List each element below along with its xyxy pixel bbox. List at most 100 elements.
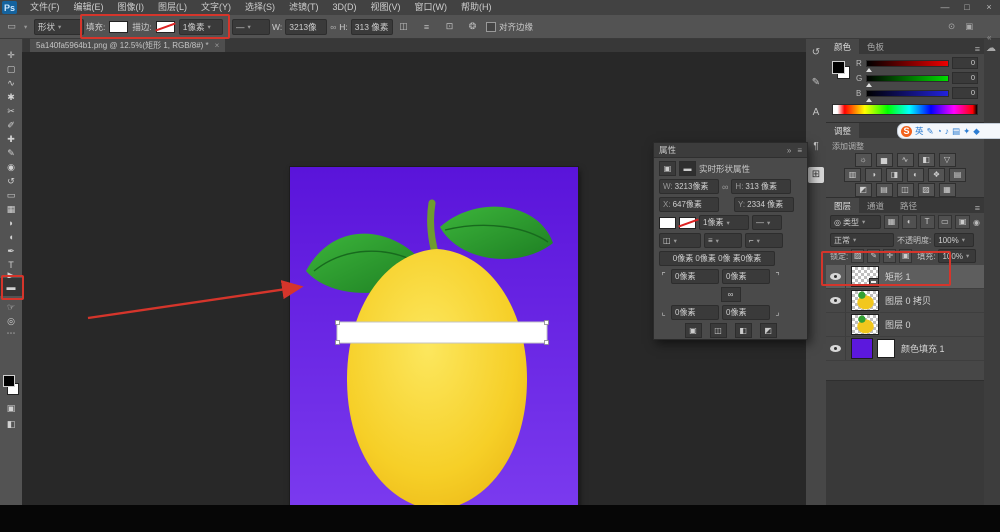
stroke-width-dropdown[interactable]: 1像素 ▾	[179, 19, 223, 35]
pathfinder-combine-icon[interactable]: ▣	[685, 323, 702, 338]
handwriting-icon[interactable]: ✎	[927, 125, 934, 137]
tab-swatches[interactable]: 色板	[859, 39, 892, 54]
lock-transparent-icon[interactable]: ▨	[851, 249, 864, 263]
filter-adjustment-layers-icon[interactable]: ◐	[902, 215, 917, 229]
skin-icon[interactable]: ◆	[973, 125, 980, 137]
shape-height-field[interactable]: H: 313 像素	[731, 179, 791, 194]
dodge-tool[interactable]: ◖	[0, 230, 22, 244]
radius-bottom-right-field[interactable]: 0像素	[722, 305, 770, 320]
pen-tool[interactable]: ✒	[0, 244, 22, 258]
red-slider[interactable]	[866, 60, 949, 67]
layer-thumbnail[interactable]	[851, 266, 879, 287]
stroke-type-dropdown[interactable]: — ▾	[232, 19, 270, 35]
properties-header[interactable]: 属性 » ≡	[654, 143, 807, 158]
fill-color-swatch[interactable]	[109, 21, 128, 33]
lock-all-icon[interactable]: ▣	[899, 249, 912, 263]
rectangle-shape-layer[interactable]	[337, 322, 547, 343]
fill-color-swatch[interactable]	[659, 217, 676, 229]
shape-y-field[interactable]: Y: 2334 像素	[734, 197, 794, 212]
gradient-map-icon[interactable]: ▨	[918, 183, 935, 197]
minimize-button[interactable]: —	[934, 0, 956, 15]
shape-width-field[interactable]: W: 3213像素	[659, 179, 719, 194]
menu-item-window[interactable]: 窗口(W)	[408, 0, 455, 15]
filter-smart-object-icon[interactable]: ▣	[955, 215, 970, 229]
move-tool[interactable]: ✛	[0, 48, 22, 62]
foreground-color-swatch[interactable]	[832, 61, 845, 74]
layer-name[interactable]: 图层 0 拷贝	[885, 294, 931, 307]
layer-thumbnail[interactable]	[851, 338, 873, 359]
document-canvas[interactable]	[290, 167, 578, 532]
stroke-color-swatch[interactable]	[156, 21, 175, 33]
posterize-icon[interactable]: ▤	[876, 183, 893, 197]
layer-name[interactable]: 图层 0	[885, 318, 911, 331]
blue-value[interactable]: 0	[952, 87, 978, 99]
blur-tool[interactable]: ◗	[0, 216, 22, 230]
input-language-toggle[interactable]: 英	[915, 125, 924, 137]
visibility-toggle[interactable]	[826, 289, 846, 312]
document-tab[interactable]: 5a140fa5964b1.png @ 12.5%(矩形 1, RGB/8#) …	[30, 39, 225, 52]
red-value[interactable]: 0	[952, 57, 978, 69]
filter-pixel-layers-icon[interactable]: ▦	[884, 215, 899, 229]
rectangle-tool[interactable]: ▬	[0, 278, 22, 296]
stroke-width-dropdown[interactable]: 1像素 ▾	[699, 215, 749, 230]
exposure-icon[interactable]: ◧	[918, 153, 935, 167]
tab-adjustments[interactable]: 调整	[826, 123, 859, 138]
color-lookup-icon[interactable]: ▤	[949, 168, 966, 182]
edit-toolbar-button[interactable]: ⋯	[0, 326, 22, 340]
keyboard-icon[interactable]: ▤	[952, 125, 960, 137]
channel-mixer-icon[interactable]: ❖	[928, 168, 945, 182]
black-white-icon[interactable]: ◨	[886, 168, 903, 182]
quick-mask-button[interactable]: ▣	[0, 401, 22, 415]
hue-saturation-icon[interactable]: ▥	[844, 168, 861, 182]
live-shape-icon[interactable]: ▬	[679, 161, 696, 176]
sogou-logo[interactable]: S	[901, 126, 912, 137]
menu-item-image[interactable]: 图像(I)	[111, 0, 152, 15]
search-icon[interactable]: ⊙	[948, 21, 955, 32]
stroke-caps-dropdown[interactable]: ≡ ▾	[704, 233, 742, 248]
menu-item-select[interactable]: 选择(S)	[238, 0, 282, 15]
workspace-switcher-icon[interactable]: ▣	[965, 21, 973, 32]
menu-item-3d[interactable]: 3D(D)	[326, 0, 364, 15]
stroke-type-dropdown[interactable]: — ▾	[752, 215, 782, 230]
brightness-contrast-icon[interactable]: ☼	[855, 153, 872, 167]
tab-color[interactable]: 颜色	[826, 39, 859, 54]
filter-type-layers-icon[interactable]: T	[920, 215, 935, 229]
tab-layers[interactable]: 图层	[826, 198, 859, 213]
menu-item-edit[interactable]: 编辑(E)	[67, 0, 111, 15]
lock-position-icon[interactable]: ✛	[883, 249, 896, 263]
filter-toggle-icon[interactable]: ◉	[973, 218, 980, 227]
stroke-color-swatch[interactable]	[679, 217, 696, 229]
tool-preset-icon[interactable]: ▭	[4, 21, 19, 32]
eyedropper-tool[interactable]: ✐	[0, 118, 22, 132]
vibrance-icon[interactable]: ▽	[939, 153, 956, 167]
anchor-handle[interactable]	[336, 341, 340, 345]
anchor-handle[interactable]	[545, 341, 549, 345]
path-arrangement-icon[interactable]: ⊡	[442, 21, 457, 32]
layer-row-layer-0[interactable]: 图层 0	[826, 313, 984, 337]
history-panel-icon[interactable]: ↺	[808, 45, 824, 61]
align-edges-checkbox[interactable]	[486, 22, 496, 32]
radius-top-right-field[interactable]: 0像素	[722, 269, 770, 284]
layer-mask-thumbnail[interactable]	[877, 339, 895, 358]
geometry-options-gear-icon[interactable]: ❂	[465, 21, 480, 32]
radius-bottom-left-field[interactable]: 0像素	[671, 305, 719, 320]
history-brush-tool[interactable]: ↺	[0, 174, 22, 188]
info-panel-icon[interactable]: ⊞	[808, 167, 824, 183]
close-button[interactable]: ×	[978, 0, 1000, 15]
invert-icon[interactable]: ◩	[855, 183, 872, 197]
threshold-icon[interactable]: ◫	[897, 183, 914, 197]
layer-name[interactable]: 矩形 1	[885, 270, 911, 283]
screen-mode-button[interactable]: ◧	[0, 417, 22, 431]
healing-brush-tool[interactable]: ✚	[0, 132, 22, 146]
shape-height-input[interactable]: 313 像素	[351, 19, 393, 35]
menu-item-type[interactable]: 文字(Y)	[194, 0, 238, 15]
shape-x-field[interactable]: X: 647像素	[659, 197, 719, 212]
toolbox-icon[interactable]: ✦	[963, 125, 970, 137]
menu-item-file[interactable]: 文件(F)	[23, 0, 67, 15]
tool-mode-dropdown[interactable]: 形状 ▾	[34, 19, 84, 35]
green-slider[interactable]	[866, 75, 949, 82]
maximize-button[interactable]: □	[956, 0, 978, 15]
masks-icon[interactable]: ▣	[659, 161, 676, 176]
marquee-tool[interactable]: ▢	[0, 62, 22, 76]
emoji-icon[interactable]: ◔	[937, 125, 942, 137]
